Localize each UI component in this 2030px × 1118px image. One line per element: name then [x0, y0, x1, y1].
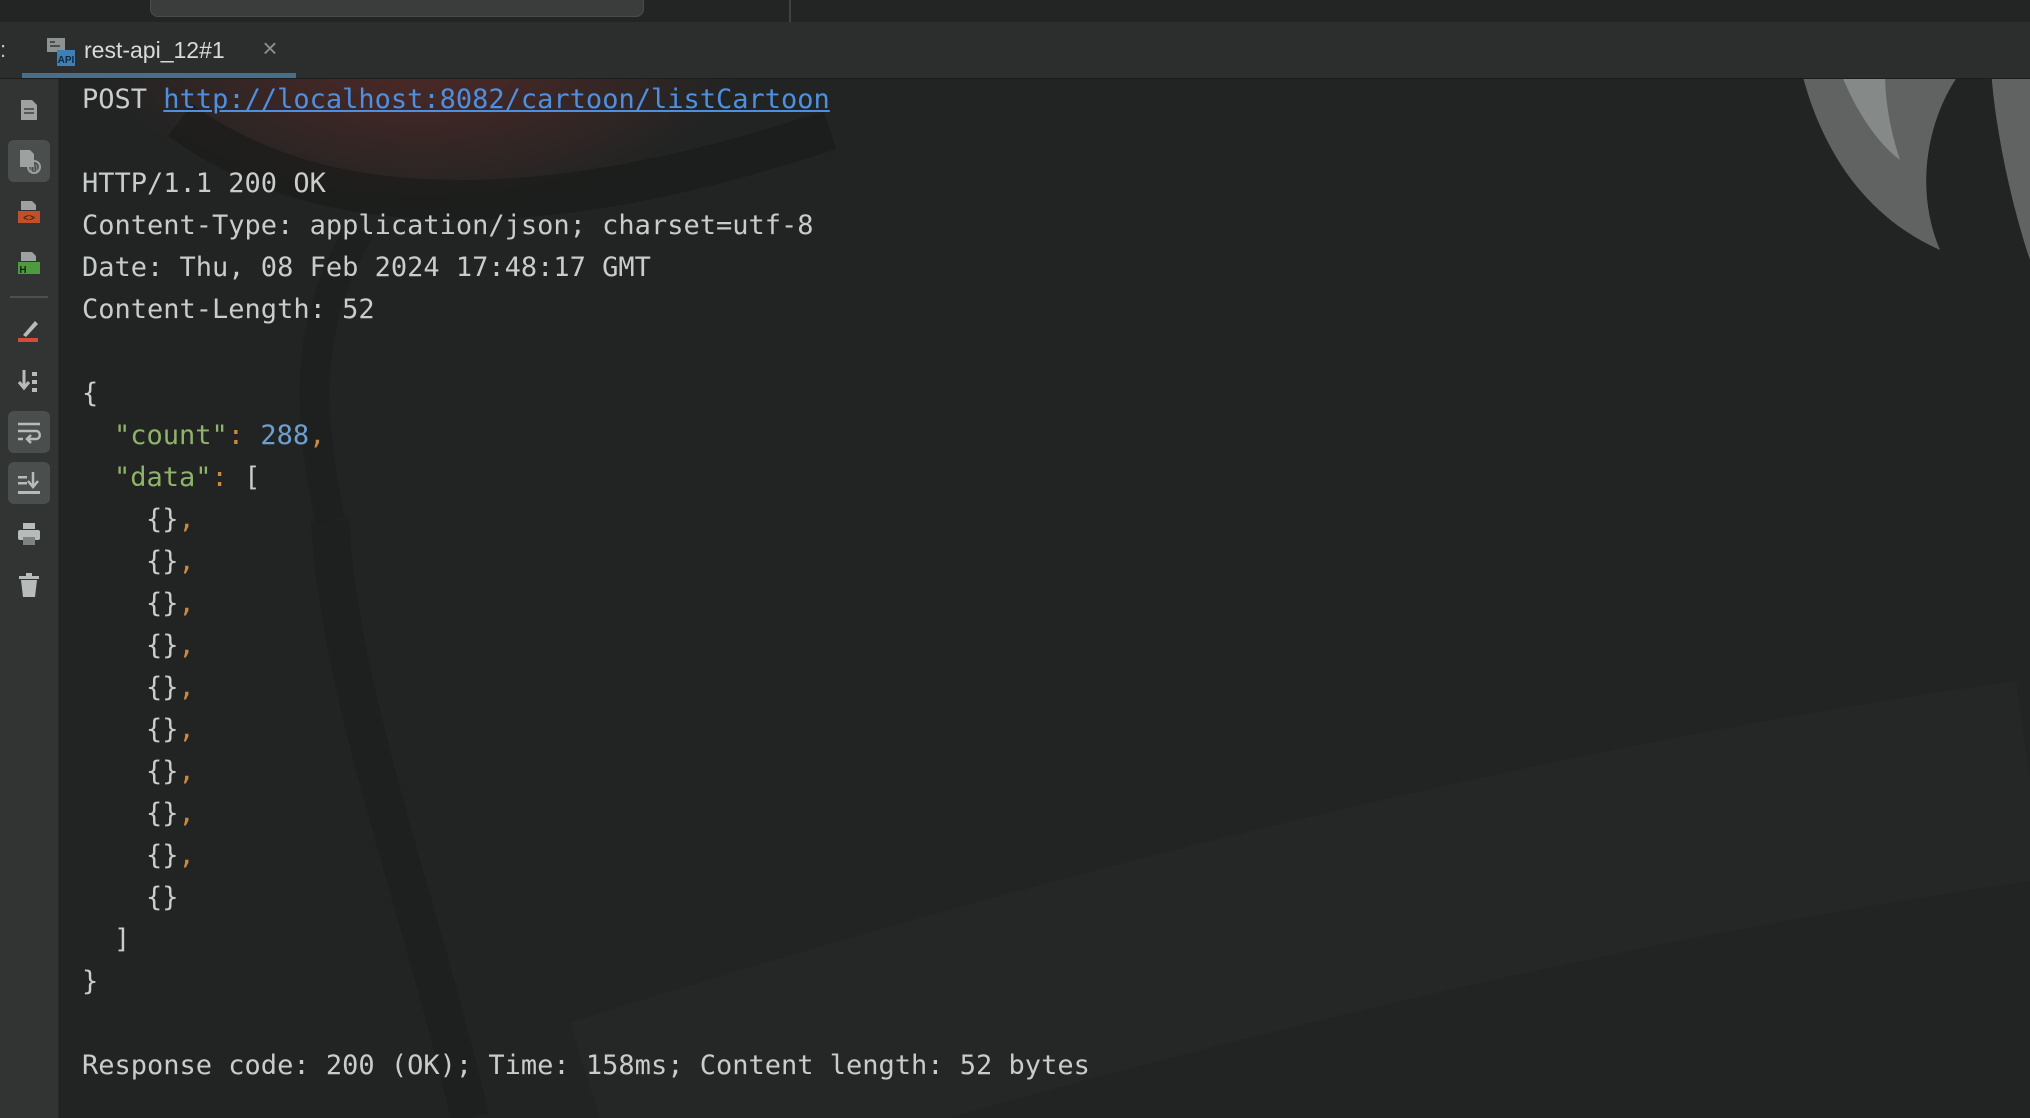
request-url-link[interactable]: http://localhost:8082/cartoon/listCartoo…: [163, 84, 829, 115]
json-data-close: ]: [114, 924, 131, 955]
scroll-to-end-icon[interactable]: [8, 462, 50, 504]
svg-text:API: API: [58, 55, 75, 66]
json-data-open: [: [244, 462, 261, 493]
tab-bar: : API rest-api_12#1 ×: [0, 22, 2030, 79]
response-console[interactable]: POST http://localhost:8082/cartoon/listC…: [82, 78, 2012, 1108]
close-icon[interactable]: ×: [256, 34, 284, 62]
trash-icon[interactable]: [8, 564, 50, 606]
api-file-icon: API: [47, 38, 75, 66]
sort-down-icon[interactable]: [8, 360, 50, 402]
status-line: HTTP/1.1 200 OK: [82, 168, 326, 199]
svg-text:<>: <>: [23, 214, 35, 225]
tab-bar-menu-icon[interactable]: :: [0, 39, 6, 61]
json-array-item: {}: [146, 882, 179, 913]
json-data-line: "data": [: [114, 462, 261, 493]
http-client-response-window: : API rest-api_12#1 × (i) <> H POST http…: [0, 0, 2030, 1118]
document-icon[interactable]: [8, 89, 50, 131]
svg-text:H: H: [19, 265, 26, 276]
json-array-item: {},: [146, 840, 195, 871]
api-document-icon[interactable]: (i): [8, 140, 50, 182]
divider: [789, 0, 791, 22]
json-open-brace: {: [82, 378, 99, 409]
json-array-item: {},: [146, 588, 195, 619]
json-data-key: "data": [114, 462, 212, 493]
json-array-item: {},: [146, 630, 195, 661]
json-close-brace: }: [82, 966, 99, 997]
horizontal-scrollbar[interactable]: [150, 0, 644, 17]
toolbar-separator: [10, 296, 48, 298]
json-array-item: {},: [146, 504, 195, 535]
json-count-line: "count": 288,: [114, 420, 326, 451]
json-count-value: 288: [260, 420, 310, 451]
html-document-icon[interactable]: <>: [8, 191, 50, 233]
request-line: POST http://localhost:8082/cartoon/listC…: [82, 79, 830, 121]
json-array-item: {},: [146, 546, 195, 577]
date-header: Date: Thu, 08 Feb 2024 17:48:17 GMT: [82, 252, 651, 283]
response-summary: Response code: 200 (OK); Time: 158ms; Co…: [82, 1050, 1090, 1081]
tab-rest-api[interactable]: API rest-api_12#1 ×: [22, 22, 296, 78]
h-document-icon[interactable]: H: [8, 242, 50, 284]
content-type-header: Content-Type: application/json; charset=…: [82, 210, 814, 241]
json-array-item: {},: [146, 798, 195, 829]
print-icon[interactable]: [8, 513, 50, 555]
request-method: POST: [82, 84, 148, 115]
json-array-item: {},: [146, 756, 195, 787]
tab-label: rest-api_12#1: [84, 37, 225, 63]
json-array-item: {},: [146, 714, 195, 745]
svg-text:(i): (i): [30, 163, 38, 173]
left-toolbar: (i) <> H: [0, 79, 59, 1118]
clear-brush-icon[interactable]: [8, 309, 50, 351]
soft-wrap-icon[interactable]: [8, 411, 50, 453]
json-array-item: {},: [146, 672, 195, 703]
json-count-key: "count": [114, 420, 228, 451]
content-length-header: Content-Length: 52: [82, 294, 375, 325]
top-strip: [0, 0, 2030, 22]
